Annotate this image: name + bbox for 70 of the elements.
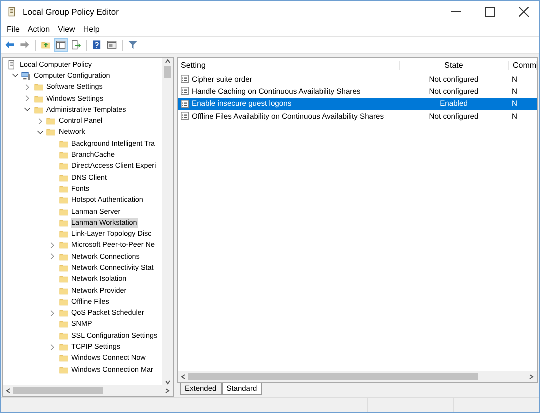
- column-header[interactable]: Comm: [509, 61, 537, 70]
- folder-icon: [58, 184, 68, 194]
- folder-icon: [58, 195, 68, 206]
- folder-icon: [58, 218, 68, 228]
- folder-icon: [34, 104, 44, 115]
- computer-icon: [21, 70, 31, 81]
- help-icon: [92, 40, 102, 50]
- folder-icon: [58, 172, 68, 183]
- folder-icon: [34, 82, 44, 92]
- folder-icon: [58, 161, 68, 172]
- folder-icon: [46, 116, 56, 126]
- export-list-icon: [71, 40, 81, 50]
- menu-item[interactable]: Help: [79, 24, 104, 34]
- folder-icon: [58, 330, 68, 341]
- folder-icon: [58, 262, 68, 273]
- folder-icon: [58, 150, 68, 160]
- expand-chevron-icon[interactable]: [49, 253, 56, 260]
- folder-icon: [58, 319, 68, 330]
- folder-icon: [58, 138, 68, 149]
- menu-item[interactable]: View: [54, 24, 80, 34]
- menu-item[interactable]: Action: [24, 24, 54, 34]
- folder-up-icon: [41, 40, 51, 50]
- setting-icon: [181, 112, 189, 120]
- expand-chevron-icon[interactable]: [24, 95, 31, 102]
- toolbar-button[interactable]: [69, 38, 83, 52]
- vertical-scrollbar[interactable]: [162, 58, 173, 385]
- app-icon: [7, 6, 17, 16]
- folder-icon: [46, 127, 56, 138]
- column-header[interactable]: State: [400, 61, 509, 70]
- collapse-chevron-icon[interactable]: [36, 128, 44, 136]
- collapse-chevron-icon[interactable]: [12, 72, 18, 80]
- menu-item[interactable]: File: [3, 24, 24, 34]
- folder-icon: [58, 252, 68, 262]
- folder-icon: [58, 286, 68, 296]
- expand-chevron-icon[interactable]: [36, 118, 44, 125]
- setting-icon: [181, 100, 189, 108]
- horizontal-scrollbar[interactable]: [178, 371, 537, 382]
- scroll-thumb[interactable]: [164, 66, 171, 78]
- folder-icon: [58, 229, 68, 240]
- back-arrow-icon: [5, 40, 15, 50]
- expand-chevron-icon[interactable]: [24, 84, 31, 91]
- folder-icon: [58, 206, 68, 216]
- scroll-thumb[interactable]: [188, 373, 478, 380]
- toolbar-button[interactable]: [54, 38, 68, 52]
- window-title: Local Group Policy Editor: [23, 6, 120, 16]
- maximize-icon: [485, 6, 495, 16]
- window-icon: [107, 40, 117, 50]
- document-icon: [7, 60, 17, 70]
- forward-arrow-icon: [20, 40, 30, 50]
- folder-icon: [58, 353, 68, 364]
- scroll-thumb[interactable]: [13, 387, 103, 394]
- expand-chevron-icon[interactable]: [49, 344, 56, 351]
- expand-chevron-icon[interactable]: [49, 310, 56, 317]
- column-header[interactable]: Setting: [178, 61, 400, 70]
- filter-icon: [128, 40, 138, 50]
- close-icon: [519, 6, 529, 16]
- horizontal-scrollbar[interactable]: [3, 385, 173, 396]
- folder-icon: [58, 342, 68, 352]
- setting-icon: [181, 87, 189, 96]
- tree-pane-icon: [56, 40, 66, 50]
- folder-icon: [58, 364, 68, 375]
- expand-chevron-icon[interactable]: [49, 242, 56, 249]
- toolbar-button[interactable]: [105, 38, 119, 52]
- setting-icon: [181, 75, 189, 84]
- folder-icon: [58, 296, 68, 307]
- folder-icon: [58, 240, 68, 250]
- collapse-chevron-icon[interactable]: [24, 106, 31, 114]
- folder-icon: [58, 274, 68, 284]
- folder-icon: [58, 308, 68, 318]
- folder-icon: [34, 94, 44, 104]
